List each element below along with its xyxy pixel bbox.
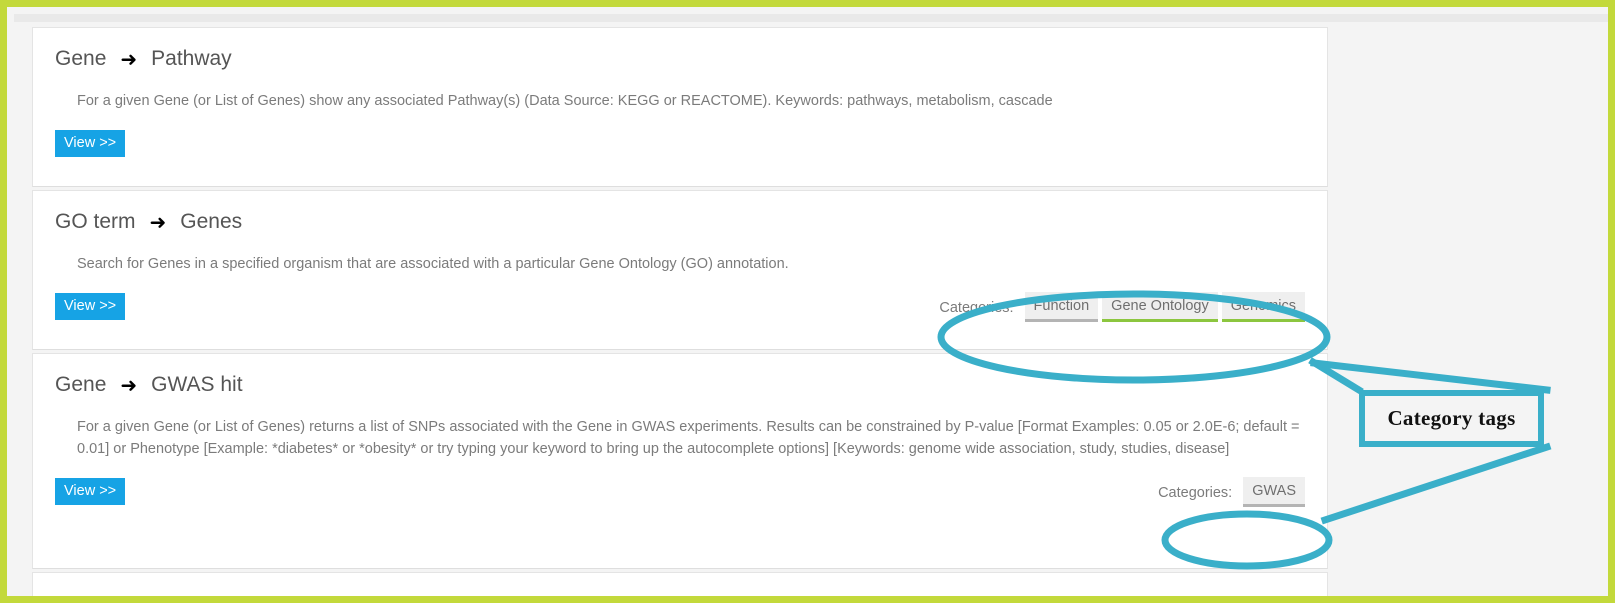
card-body: GO term ➜ Genes Search for Genes in a spec… [33, 191, 1327, 334]
category-tag[interactable]: GWAS [1243, 477, 1305, 507]
screenshot-frame: Gene ➜ Pathway For a given Gene (or List o… [0, 0, 1615, 603]
query-card[interactable]: Gene ➜ Pathway For a given Gene (or List o… [32, 27, 1328, 187]
categories-label: Categories: [939, 300, 1014, 316]
card-body: Gene ➜ Pathway For a given Gene (or List o… [33, 28, 1327, 171]
category-tag[interactable]: Function [1024, 292, 1099, 322]
card-source-label: Gene [55, 47, 107, 70]
view-button[interactable]: View >> [55, 478, 126, 505]
categories-label: Categories: [1158, 485, 1233, 501]
arrow-right-icon: ➜ [149, 212, 167, 234]
category-tag[interactable]: Genomics [1221, 292, 1305, 322]
top-strip [14, 14, 1608, 22]
card-description: Search for Genes in a specified organism… [77, 256, 789, 272]
card-body: Gene ➜ GWAS hit For a given Gene (or List … [33, 354, 1327, 519]
query-card[interactable]: Gene ➜ GWAS hit For a given Gene (or List … [32, 353, 1328, 569]
card-source-label: GO term [55, 210, 136, 233]
category-tags: Categories: GWAS [1158, 477, 1305, 507]
card-target-label: GWAS hit [151, 373, 243, 396]
card-source-label: Gene [55, 373, 107, 396]
card-description: For a given Gene (or List of Genes) show… [77, 93, 1053, 109]
query-card-list: Gene ➜ Pathway For a given Gene (or List o… [14, 22, 1608, 596]
view-button[interactable]: View >> [55, 130, 126, 157]
card-target-label: Genes [180, 210, 243, 233]
view-button[interactable]: View >> [55, 293, 126, 320]
query-card-partial[interactable] [32, 572, 1328, 596]
card-title: Gene ➜ Pathway [55, 44, 1305, 72]
card-description: For a given Gene (or List of Genes) retu… [77, 419, 1300, 457]
card-title: GO term ➜ Genes [55, 207, 1305, 235]
category-tag[interactable]: Gene Ontology [1102, 292, 1218, 322]
query-card[interactable]: GO term ➜ Genes Search for Genes in a spec… [32, 190, 1328, 350]
arrow-right-icon: ➜ [120, 49, 138, 71]
category-tags: Categories: Function Gene Ontology Genom… [939, 292, 1305, 322]
card-target-label: Pathway [151, 47, 232, 70]
arrow-right-icon: ➜ [120, 375, 138, 397]
card-title: Gene ➜ GWAS hit [55, 370, 1305, 398]
